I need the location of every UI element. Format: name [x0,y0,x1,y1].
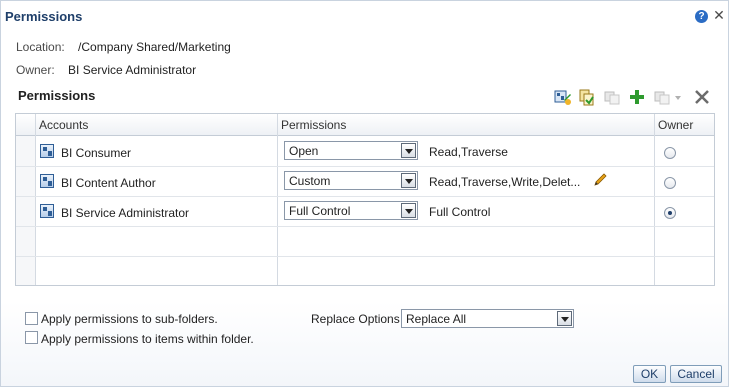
location-value: /Company Shared/Marketing [78,40,231,54]
header-permissions[interactable]: Permissions [281,118,346,132]
chevron-down-icon[interactable] [401,173,416,188]
add-icon[interactable] [628,88,646,106]
help-icon[interactable]: ? [695,10,708,23]
permission-select[interactable]: Open [284,141,418,160]
account-name: BI Service Administrator [61,206,190,220]
grid-divider [654,114,655,285]
pencil-icon[interactable] [592,172,608,188]
permission-select-value: Custom [289,174,331,188]
replace-options-select[interactable]: Replace All [401,309,574,328]
permission-select[interactable]: Custom [284,171,418,190]
replace-options-value: Replace All [406,312,467,326]
permission-detail: Read,Traverse,Write,Delet... [429,175,581,189]
grid-row-line [16,226,714,227]
dialog-titlebar: Permissions [1,1,728,31]
chevron-down-icon[interactable] [557,311,572,326]
account-name: BI Consumer [61,146,132,160]
permission-select[interactable]: Full Control [284,201,418,220]
move-menu-icon [654,91,681,105]
apply-items-checkbox[interactable] [25,331,38,344]
header-accounts[interactable]: Accounts [39,118,88,132]
owner-radio[interactable] [664,177,676,189]
replace-options-label: Replace Options [311,312,400,326]
header-owner[interactable]: Owner [658,118,693,132]
owner-radio[interactable] [664,207,676,219]
row-selector-column [16,136,35,285]
account-name: BI Content Author [61,176,156,190]
apply-items-label: Apply permissions to items within folder… [41,332,254,346]
add-users-roles-icon[interactable] [554,88,572,106]
grid-header [16,114,714,136]
owner-value: BI Service Administrator [68,63,197,77]
owner-row: Owner: BI Service Administrator [16,63,196,77]
grid-row-line [16,166,714,167]
dialog-title: Permissions [5,8,83,24]
chevron-down-icon[interactable] [401,143,416,158]
apply-subfolders-label: Apply permissions to sub-folders. [41,312,218,326]
user-role-icon [40,174,54,188]
close-icon[interactable]: ✕ [712,7,726,23]
chevron-down-icon[interactable] [401,203,416,218]
grid-divider [277,114,278,285]
permissions-grid: Accounts Permissions Owner BI Consumer O… [15,113,715,286]
owner-radio[interactable] [664,147,676,159]
cancel-button[interactable]: Cancel [670,365,722,383]
user-role-icon [40,204,54,218]
paste-permissions-icon [604,91,620,105]
copy-permissions-icon[interactable] [578,88,596,106]
permission-select-value: Open [289,144,319,158]
owner-label: Owner: [16,63,55,77]
grid-row-line [16,256,714,257]
ok-button[interactable]: OK [633,365,666,383]
permission-select-value: Full Control [289,204,351,218]
permissions-dialog: Permissions ? ✕ Location: /Company Share… [0,0,729,387]
grid-divider [35,114,36,285]
location-label: Location: [16,40,65,54]
location-row: Location: /Company Shared/Marketing [16,40,231,54]
permission-detail: Read,Traverse [429,145,508,159]
permissions-section-title: Permissions [18,88,96,103]
permission-detail: Full Control [429,205,491,219]
apply-subfolders-checkbox[interactable] [25,312,38,325]
delete-icon[interactable] [693,88,711,106]
grid-row-line [16,196,714,197]
user-role-icon [40,144,54,158]
